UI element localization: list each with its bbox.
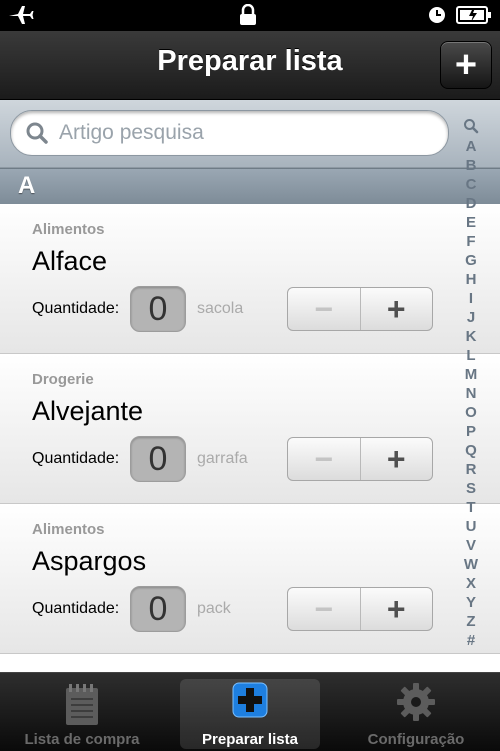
tab-bar: Lista de compra Preparar lista Configura… [0, 672, 500, 751]
lock-icon [238, 3, 258, 31]
decrement-button[interactable]: − [288, 588, 361, 630]
gear-icon [396, 682, 436, 727]
search-placeholder: Artigo pesquisa [59, 121, 204, 144]
index-letter-t[interactable]: T [466, 498, 475, 517]
search-input[interactable]: Artigo pesquisa [10, 110, 449, 156]
add-item-button[interactable]: + [440, 41, 492, 89]
index-letter-z[interactable]: Z [466, 612, 475, 631]
tab-prepare-list[interactable]: Preparar lista [180, 679, 320, 749]
list-item[interactable]: Drogerie Alvejante Quantidade: 0 garrafa… [0, 354, 500, 504]
index-letter-q[interactable]: Q [465, 441, 477, 460]
index-letter-g[interactable]: G [465, 251, 477, 270]
index-letter-s[interactable]: S [466, 479, 476, 498]
notepad-icon [64, 682, 100, 731]
quantity-unit: pack [197, 600, 231, 617]
increment-button[interactable]: + [361, 438, 433, 480]
section-letter: A [18, 172, 36, 199]
item-category: Alimentos [32, 221, 105, 238]
quantity-unit: sacola [197, 300, 244, 317]
index-letter-f[interactable]: F [466, 232, 475, 251]
tab-label: Lista de compra [24, 731, 140, 748]
index-letter-m[interactable]: M [465, 365, 478, 384]
increment-button[interactable]: + [361, 588, 433, 630]
tab-label: Preparar lista [202, 731, 298, 748]
quantity-stepper: − + [287, 437, 433, 481]
index-letter-p[interactable]: P [466, 422, 476, 441]
index-letter-v[interactable]: V [466, 536, 476, 555]
quantity-value: 0 [130, 436, 186, 482]
index-letter-w[interactable]: W [464, 555, 478, 574]
quantity-stepper: − + [287, 587, 433, 631]
index-letter-e[interactable]: E [466, 213, 476, 232]
index-letter-r[interactable]: R [466, 460, 477, 479]
section-header: A [0, 168, 500, 205]
index-letter-x[interactable]: X [466, 574, 476, 593]
page-title: Preparar lista [157, 45, 343, 77]
quantity-stepper: − + [287, 287, 433, 331]
tab-label: Configuração [367, 731, 465, 748]
clock-icon [428, 6, 446, 29]
status-bar [0, 0, 500, 31]
tab-settings[interactable]: Configuração [346, 679, 486, 749]
index-letter-y[interactable]: Y [466, 593, 476, 612]
index-letter-h[interactable]: H [466, 270, 477, 289]
index-letter-n[interactable]: N [466, 384, 477, 403]
index-letter-hash[interactable]: # [467, 631, 475, 650]
quantity-value: 0 [130, 586, 186, 632]
navigation-bar: Preparar lista + [0, 31, 500, 100]
index-letter-a[interactable]: A [466, 137, 477, 156]
decrement-button[interactable]: − [288, 438, 361, 480]
index-letter-u[interactable]: U [466, 517, 477, 536]
quantity-unit: garrafa [197, 450, 248, 467]
quantity-label: Quantidade: [32, 300, 120, 317]
item-category: Alimentos [32, 521, 105, 538]
quantity-label: Quantidade: [32, 450, 120, 467]
add-icon [232, 682, 268, 723]
list-item[interactable]: Alimentos Aspargos Quantidade: 0 pack − … [0, 504, 500, 654]
index-letter-b[interactable]: B [466, 156, 477, 175]
item-category: Drogerie [32, 371, 94, 388]
item-list: Alimentos Alface Quantidade: 0 sacola − … [0, 204, 500, 654]
index-letter-l[interactable]: L [466, 346, 475, 365]
item-name: Aspargos [32, 546, 147, 576]
battery-icon [456, 6, 492, 29]
item-name: Alface [32, 246, 108, 276]
index-letter-c[interactable]: C [466, 175, 477, 194]
index-letter-k[interactable]: K [466, 327, 477, 346]
tab-shopping-list[interactable]: Lista de compra [12, 679, 152, 749]
index-letter-d[interactable]: D [466, 194, 477, 213]
increment-button[interactable]: + [361, 288, 433, 330]
search-bar: Artigo pesquisa [0, 100, 500, 168]
airplane-icon [8, 4, 34, 31]
index-letter-i[interactable]: I [469, 289, 473, 308]
index-letter-j[interactable]: J [467, 308, 475, 327]
index-letter-o[interactable]: O [465, 403, 477, 422]
quantity-label: Quantidade: [32, 600, 120, 617]
quantity-value: 0 [130, 286, 186, 332]
section-index[interactable]: A B C D E F G H I J K L M N O P Q R S T … [456, 118, 486, 650]
search-icon [25, 121, 49, 150]
decrement-button[interactable]: − [288, 288, 361, 330]
list-item[interactable]: Alimentos Alface Quantidade: 0 sacola − … [0, 204, 500, 354]
item-name: Alvejante [32, 396, 144, 426]
index-search-icon[interactable] [463, 118, 479, 137]
